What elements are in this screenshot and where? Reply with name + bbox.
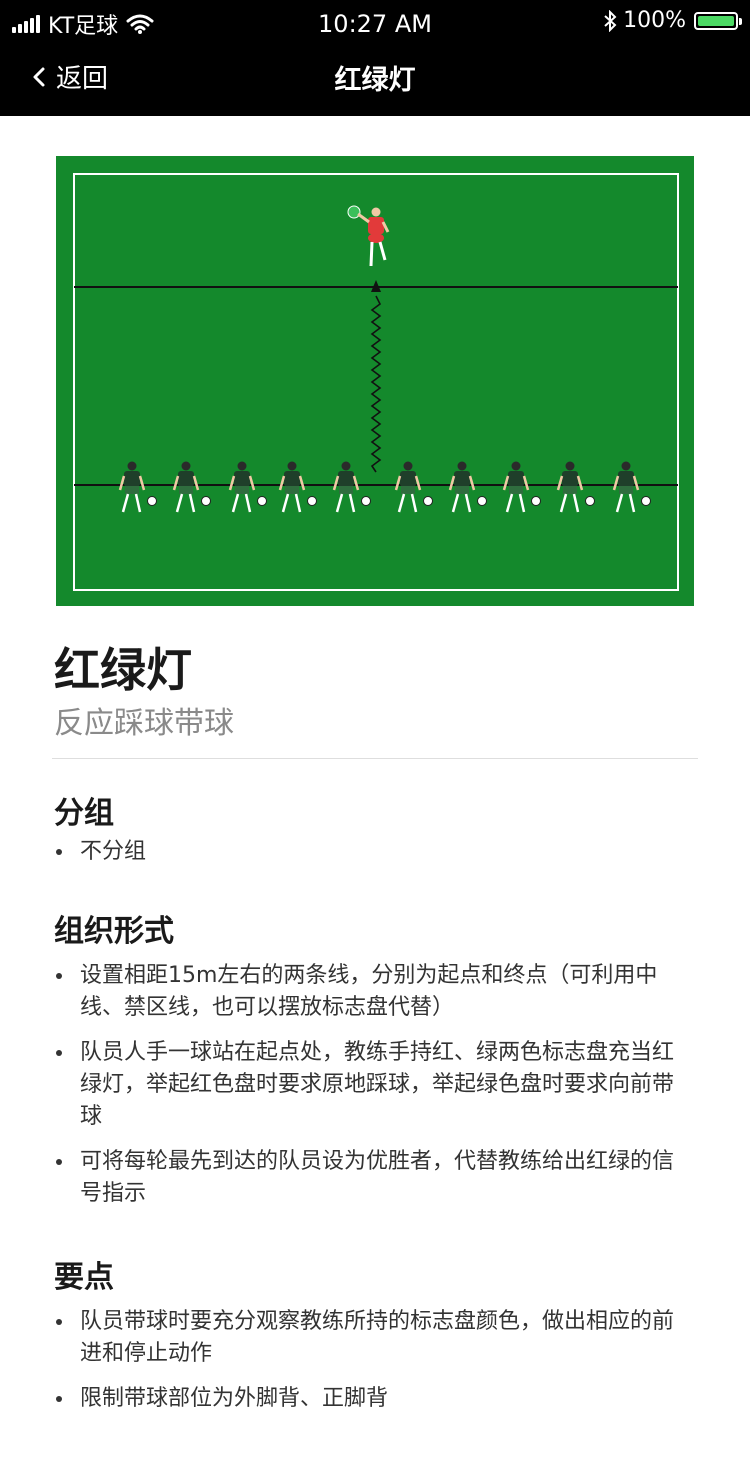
drill-diagram [56, 156, 694, 606]
divider [52, 758, 698, 759]
list-item: 设置相距15m左右的两条线，分别为起点和终点（可利用中线、禁区线，也可以摆放标志… [54, 960, 694, 1024]
section-heading-key-points: 要点 [54, 1260, 114, 1295]
ball-icon [531, 496, 541, 506]
nav-title: 红绿灯 [334, 65, 416, 96]
list-item: 限制带球部位为外脚背、正脚背 [54, 1383, 694, 1415]
list-item: 队员人手一球站在起点处，教练手持红、绿两色标志盘充当红绿灯，举起红色盘时要求原地… [54, 1037, 694, 1133]
ball-icon [585, 496, 595, 506]
battery-percent: 100% [623, 8, 686, 33]
ball-icon [361, 496, 371, 506]
organization-list: 设置相距15m左右的两条线，分别为起点和终点（可利用中线、禁区线，也可以摆放标志… [54, 960, 694, 1223]
navigation-bar: 返回 红绿灯 [0, 46, 750, 116]
key-points-list: 队员带球时要充分观察教练所持的标志盘颜色，做出相应的前进和停止动作 限制带球部位… [54, 1306, 694, 1428]
bluetooth-icon [604, 9, 617, 32]
list-item: 可将每轮最先到达的队员设为优胜者，代替教练给出红绿的信号指示 [54, 1146, 694, 1210]
drill-title: 红绿灯 [54, 643, 192, 697]
grouping-list: 不分组 [54, 836, 694, 881]
status-right: 100% [603, 8, 742, 33]
list-item: 队员带球时要充分观察教练所持的标志盘颜色，做出相应的前进和停止动作 [54, 1306, 694, 1370]
status-bar: KT足球 10:27 AM 100% [0, 0, 750, 46]
ball-icon [477, 496, 487, 506]
ball-icon [641, 496, 651, 506]
section-heading-organization: 组织形式 [54, 914, 174, 949]
section-heading-grouping: 分组 [54, 796, 114, 831]
battery-icon [694, 11, 742, 30]
ball-icon [307, 496, 317, 506]
ball-icon [201, 496, 211, 506]
ball-icon [257, 496, 267, 506]
ball-icon [147, 496, 157, 506]
list-item: 不分组 [54, 836, 694, 868]
drill-subtitle: 反应踩球带球 [54, 706, 234, 741]
ball-icon [423, 496, 433, 506]
